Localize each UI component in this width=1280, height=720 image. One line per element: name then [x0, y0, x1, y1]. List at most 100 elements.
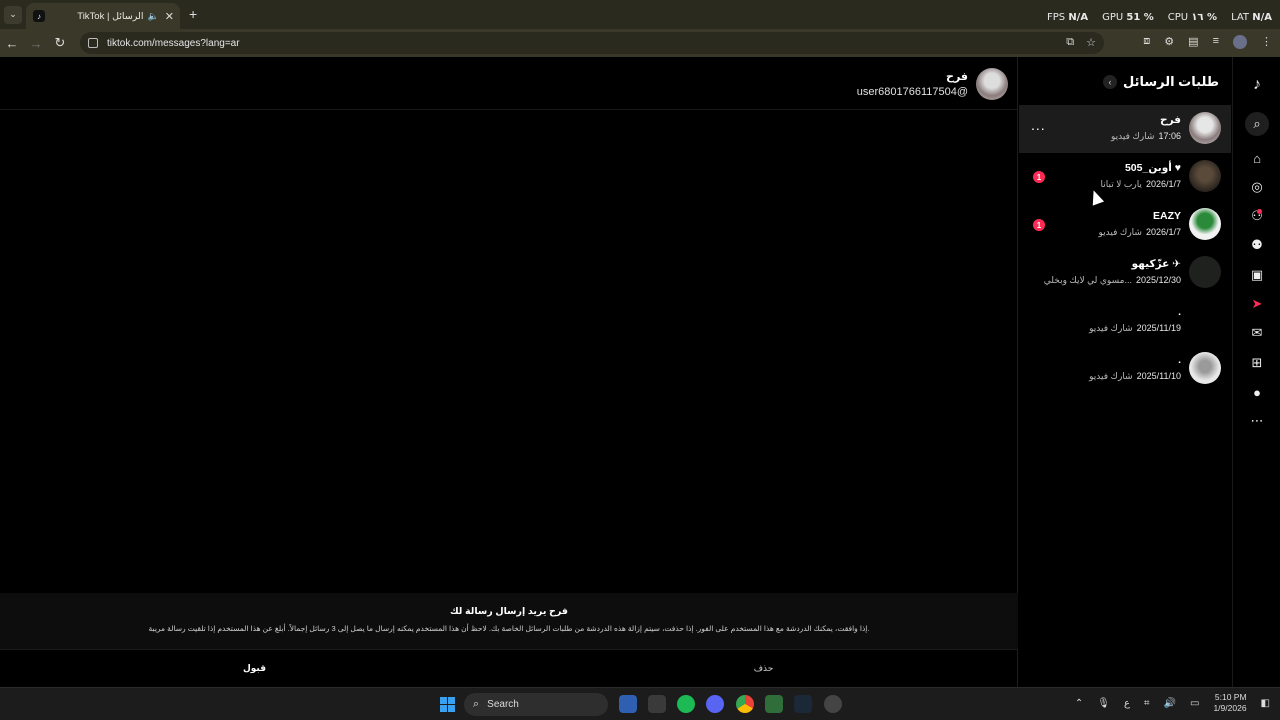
fps-value: N/A — [1068, 12, 1089, 23]
file-explorer-icon[interactable] — [619, 695, 637, 713]
clock-date: 1/9/2026 — [1213, 703, 1247, 713]
tiktok-logo-icon[interactable]: ♪ — [1247, 75, 1267, 95]
clock-time: 5:10 PM — [1214, 692, 1247, 702]
list-item-name: . — [1178, 354, 1181, 366]
browser-toolbar: ← → ↻ tiktok.com/messages?lang=ar ⧉ ☆ ⧈ … — [0, 29, 1280, 57]
chat-avatar[interactable] — [976, 68, 1008, 100]
lat-value: N/A — [1252, 12, 1272, 23]
friends-icon[interactable]: ⚉ — [1247, 235, 1267, 255]
browser-tab[interactable]: ♪ TikTok | الرسائل 🔈 ✕ — [26, 3, 180, 29]
tray-chevron-icon[interactable]: ⌃ — [1075, 698, 1083, 709]
list-item[interactable]: أوبن_505 ♥ يارب لا تبانا 2026/1/7 1 — [1019, 153, 1231, 201]
list-item[interactable]: EAZY شارك فيديو 2026/1/7 1 — [1019, 201, 1231, 249]
request-description: إذا وافقت، يمكنك الدردشة مع هذا المستخدم… — [148, 624, 870, 633]
avatar — [1189, 304, 1221, 336]
list-item[interactable]: . شارك فيديو 2025/11/19 — [1019, 297, 1231, 345]
network-icon[interactable]: ⌗ — [1144, 698, 1150, 709]
settings-icon[interactable] — [824, 695, 842, 713]
spotify-icon[interactable] — [677, 695, 695, 713]
more-icon[interactable]: ⋯ — [1247, 411, 1267, 431]
chat-username[interactable]: user6801766117504@ — [857, 86, 968, 98]
messages-icon[interactable]: ✉ — [1247, 323, 1267, 343]
battery-icon[interactable]: ▭ — [1190, 698, 1199, 709]
list-item-name: أوبن_505 ♥ — [1124, 162, 1181, 174]
tiktok-favicon-icon: ♪ — [33, 10, 45, 22]
message-request-notice: فرح يريد إرسال رسالة لك إذا وافقت، يمكنك… — [0, 593, 1018, 649]
cpu-value: ١٦ % — [1191, 12, 1218, 23]
extension-puzzle-icon[interactable]: ⚙ — [1164, 35, 1174, 49]
profile-icon[interactable]: ● — [1247, 382, 1267, 402]
live-icon[interactable]: ▣ — [1247, 265, 1267, 285]
browser-menu-icon[interactable]: ⋮ — [1261, 35, 1272, 49]
clock[interactable]: 5:10 PM 1/9/2026 — [1213, 692, 1246, 714]
media-controls-icon[interactable]: ≡ — [1213, 35, 1219, 49]
list-item[interactable]: فرح شارك فيديو 17:06 ... — [1019, 105, 1231, 153]
activity-icon[interactable]: ➤ — [1247, 294, 1267, 314]
tab-close-icon[interactable]: ✕ — [165, 10, 174, 23]
tab-search-button[interactable]: ⌄ — [4, 5, 22, 24]
side-panel-icon[interactable]: ▤ — [1188, 35, 1198, 49]
taskbar-search[interactable]: ⌕ Search — [464, 693, 608, 716]
taskbar-search-label: Search — [487, 699, 519, 710]
upload-icon[interactable]: ⊞ — [1247, 353, 1267, 373]
install-app-icon[interactable]: ⧉ — [1066, 36, 1074, 49]
chat-user-name[interactable]: فرح — [946, 70, 968, 83]
avatar — [1189, 208, 1221, 240]
app-launcher-icon[interactable] — [648, 695, 666, 713]
extensions-icon[interactable]: ⧈ — [1143, 35, 1150, 49]
unread-badge: 1 — [1033, 219, 1045, 231]
more-options-icon[interactable]: ... — [1031, 117, 1046, 133]
home-icon[interactable]: ⌂ — [1247, 148, 1267, 168]
chat-header: فرح user6801766117504@ — [0, 57, 1018, 110]
unread-badge: 1 — [1033, 171, 1045, 183]
list-item[interactable]: . شارك فيديو 2025/11/10 — [1019, 345, 1231, 393]
fps-label: FPS — [1046, 12, 1066, 23]
chat-pane: فرح user6801766117504@ فرح يريد إرسال رس… — [0, 57, 1018, 687]
back-button[interactable]: ← — [0, 36, 24, 51]
following-icon[interactable]: ⚇ — [1247, 206, 1267, 226]
url-text[interactable]: tiktok.com/messages?lang=ar — [107, 38, 240, 49]
bookmark-star-icon[interactable]: ☆ — [1086, 36, 1096, 49]
chrome-icon[interactable] — [736, 695, 754, 713]
speaker-icon[interactable]: 🔈 — [148, 11, 159, 22]
back-chevron-icon[interactable]: ‹ — [1103, 75, 1117, 89]
list-item-preview: شارك فيديو — [1098, 227, 1142, 237]
address-bar[interactable]: tiktok.com/messages?lang=ar ⧉ ☆ — [80, 32, 1104, 54]
notifications-icon[interactable]: ◧ — [1261, 698, 1270, 709]
profile-avatar[interactable] — [1233, 35, 1247, 49]
browser-tab-bar: ⌄ ♪ TikTok | الرسائل 🔈 ✕ + FPS N/A GPU 5… — [0, 0, 1280, 29]
list-item-date: 2026/1/7 — [1145, 227, 1181, 237]
new-tab-button[interactable]: + — [189, 6, 197, 22]
performance-overlay: FPS N/A GPU 51 % CPU ١٦ % LAT N/A — [1047, 12, 1272, 23]
volume-icon[interactable]: 🔊 — [1164, 698, 1176, 709]
delete-button[interactable]: حذف — [509, 650, 1018, 687]
avatar — [1189, 112, 1221, 144]
accept-button[interactable]: قبول — [0, 650, 509, 687]
avatar — [1189, 160, 1221, 192]
tab-title: TikTok | الرسائل — [77, 10, 144, 22]
notification-dot — [1257, 209, 1262, 214]
excel-icon[interactable] — [765, 695, 783, 713]
site-info-icon[interactable] — [88, 38, 98, 48]
list-item-preview: يارب لا تبانا — [1100, 179, 1142, 189]
list-item[interactable]: عزّكيهو ✈ مسوي لي لايك وبخلي... 2025/12/3… — [1019, 249, 1231, 297]
microphone-icon[interactable]: 🎙 — [1097, 698, 1110, 709]
language-indicator[interactable]: ع — [1124, 698, 1130, 709]
search-icon[interactable]: ⌕ — [1245, 112, 1269, 136]
list-item-date: 17:06 — [1158, 131, 1181, 141]
list-item-preview: شارك فيديو — [1111, 131, 1155, 141]
discord-icon[interactable] — [706, 695, 724, 713]
list-item-preview: شارك فيديو — [1089, 323, 1133, 333]
steam-icon[interactable] — [794, 695, 812, 713]
system-tray: ⌃ 🎙 ع ⌗ 🔊 ▭ 5:10 PM 1/9/2026 ◧ — [1075, 692, 1270, 714]
list-item-date: 2025/11/19 — [1136, 323, 1181, 333]
windows-start-icon[interactable] — [440, 697, 455, 712]
tiktok-nav-rail: ♪ ⌕ ⌂ ◎ ⚇ ⚉ ▣ ➤ ✉ ⊞ ● ⋯ — [1232, 57, 1280, 687]
list-item-preview: شارك فيديو — [1089, 371, 1133, 381]
list-item-date: 2025/11/10 — [1136, 371, 1181, 381]
forward-button[interactable]: → — [24, 36, 48, 51]
explore-icon[interactable]: ◎ — [1247, 177, 1267, 197]
search-icon: ⌕ — [473, 698, 480, 710]
avatar — [1189, 256, 1221, 288]
reload-button[interactable]: ↻ — [48, 35, 72, 51]
